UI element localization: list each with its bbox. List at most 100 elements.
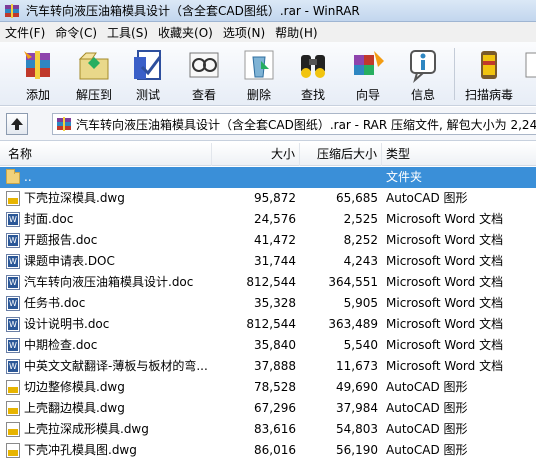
column-header: 名称 大小 压缩后大小 类型 <box>0 143 536 166</box>
add-button[interactable]: 添加 <box>10 45 66 103</box>
word-doc-icon <box>6 359 20 374</box>
file-packed-size: 65,685 <box>336 191 378 205</box>
file-name: 下壳拉深模具.dwg <box>24 191 125 205</box>
menu-help[interactable]: 帮助(H) <box>270 24 322 41</box>
file-size: 35,328 <box>254 296 296 310</box>
file-type: Microsoft Word 文档 <box>386 254 504 268</box>
column-name[interactable]: 名称 <box>0 143 212 166</box>
file-row[interactable]: 上壳拉深成形模具.dwg 83,616 54,803 AutoCAD 图形 <box>0 419 536 440</box>
winrar-app-icon <box>4 3 20 18</box>
menu-options[interactable]: 选项(N) <box>218 24 270 41</box>
file-type: Microsoft Word 文档 <box>386 275 504 289</box>
dwg-file-icon <box>6 422 20 437</box>
file-packed-size: 363,489 <box>328 317 378 331</box>
toolbar-overflow-item[interactable] <box>524 45 536 103</box>
dwg-file-icon <box>6 443 20 458</box>
file-packed-size: 4,243 <box>343 254 378 268</box>
file-name: 封面.doc <box>24 212 74 226</box>
file-name: 设计说明书.doc <box>24 317 110 331</box>
file-size: 67,296 <box>254 401 296 415</box>
file-list: .. 文件夹 下壳拉深模具.dwg 95,872 65,685 AutoCAD … <box>0 167 536 470</box>
file-row[interactable]: 封面.doc 24,576 2,525 Microsoft Word 文档 <box>0 209 536 230</box>
delete-button[interactable]: 删除 <box>232 45 286 103</box>
word-doc-icon <box>6 254 20 269</box>
dwg-file-icon <box>6 380 20 395</box>
wizard-label: 向导 <box>355 88 380 102</box>
wizard-icon <box>350 47 386 83</box>
info-button[interactable]: 信息 <box>396 45 450 103</box>
folder-icon <box>6 169 20 184</box>
file-size: 37,888 <box>254 359 296 373</box>
file-name: 中英文文献翻译-薄板与板材的弯... <box>24 359 208 373</box>
view-label: 查看 <box>191 88 216 102</box>
find-icon <box>295 47 331 83</box>
address-field[interactable]: 汽车转向液压油箱模具设计（含全套CAD图纸）.rar - RAR 压缩文件, 解… <box>52 113 536 135</box>
file-packed-size: 37,984 <box>336 401 378 415</box>
file-type: Microsoft Word 文档 <box>386 233 504 247</box>
column-type[interactable]: 类型 <box>382 143 536 166</box>
menu-file[interactable]: 文件(F) <box>0 24 50 41</box>
file-row[interactable]: 课题申请表.DOC 31,744 4,243 Microsoft Word 文档 <box>0 251 536 272</box>
find-button[interactable]: 查找 <box>286 45 340 103</box>
file-row[interactable]: 下壳拉深模具.dwg 95,872 65,685 AutoCAD 图形 <box>0 188 536 209</box>
comment-icon <box>524 47 536 83</box>
file-name: 开题报告.doc <box>24 233 98 247</box>
file-packed-size <box>300 167 378 188</box>
file-name: 上壳拉深成形模具.dwg <box>24 422 149 436</box>
word-doc-icon <box>6 296 20 311</box>
file-row[interactable]: 切边整修模具.dwg 78,528 49,690 AutoCAD 图形 <box>0 377 536 398</box>
find-label: 查找 <box>300 88 325 102</box>
file-size: 83,616 <box>254 422 296 436</box>
address-bar: 汽车转向液压油箱模具设计（含全套CAD图纸）.rar - RAR 压缩文件, 解… <box>0 107 536 141</box>
window-title: 汽车转向液压油箱模具设计（含全套CAD图纸）.rar - WinRAR <box>26 4 360 18</box>
file-packed-size: 364,551 <box>328 275 378 289</box>
file-type: Microsoft Word 文档 <box>386 317 504 331</box>
file-type: AutoCAD 图形 <box>386 422 468 436</box>
rar-archive-icon <box>56 117 72 131</box>
file-row[interactable]: 下壳冲孔模具图.dwg 86,016 56,190 AutoCAD 图形 <box>0 440 536 461</box>
file-size: 35,840 <box>254 338 296 352</box>
menu-commands[interactable]: 命令(C) <box>50 24 102 41</box>
file-size: 24,576 <box>254 212 296 226</box>
file-packed-size: 5,540 <box>343 338 378 352</box>
file-row[interactable]: 上壳翻边模具.dwg 67,296 37,984 AutoCAD 图形 <box>0 398 536 419</box>
file-packed-size: 56,190 <box>336 443 378 457</box>
virus-scan-button[interactable]: 扫描病毒 <box>458 45 520 103</box>
file-row[interactable]: 汽车转向液压油箱模具设计.doc 812,544 364,551 Microso… <box>0 272 536 293</box>
up-arrow-icon <box>11 118 23 130</box>
delete-label: 删除 <box>246 88 271 102</box>
file-type: Microsoft Word 文档 <box>386 212 504 226</box>
file-size: 812,544 <box>246 275 296 289</box>
file-name: 下壳冲孔模具图.dwg <box>24 443 137 457</box>
test-button[interactable]: 测试 <box>122 45 174 103</box>
archive-path: 汽车转向液压油箱模具设计（含全套CAD图纸）.rar - RAR 压缩文件, 解… <box>76 117 536 132</box>
file-name: 汽车转向液压油箱模具设计.doc <box>24 275 194 289</box>
virus-scan-icon <box>471 47 507 83</box>
file-row[interactable]: 设计说明书.doc 812,544 363,489 Microsoft Word… <box>0 314 536 335</box>
menu-favorites[interactable]: 收藏夹(O) <box>153 24 218 41</box>
up-folder-button[interactable] <box>6 113 28 135</box>
file-type: AutoCAD 图形 <box>386 401 468 415</box>
delete-icon <box>241 47 277 83</box>
file-row[interactable]: 任务书.doc 35,328 5,905 Microsoft Word 文档 <box>0 293 536 314</box>
toolbar-separator <box>454 48 455 100</box>
column-packed-size[interactable]: 压缩后大小 <box>300 143 382 166</box>
file-type: Microsoft Word 文档 <box>386 359 504 373</box>
title-bar: 汽车转向液压油箱模具设计（含全套CAD图纸）.rar - WinRAR <box>0 0 536 22</box>
file-row[interactable]: 开题报告.doc 41,472 8,252 Microsoft Word 文档 <box>0 230 536 251</box>
column-size[interactable]: 大小 <box>212 143 300 166</box>
file-type: Microsoft Word 文档 <box>386 338 504 352</box>
word-doc-icon <box>6 317 20 332</box>
test-icon <box>130 47 166 83</box>
wizard-button[interactable]: 向导 <box>340 45 396 103</box>
file-row[interactable]: 中英文文献翻译-薄板与板材的弯... 37,888 11,673 Microso… <box>0 356 536 377</box>
file-size <box>212 167 296 188</box>
view-button[interactable]: 查看 <box>176 45 232 103</box>
file-name: 任务书.doc <box>24 296 86 310</box>
file-type: AutoCAD 图形 <box>386 191 468 205</box>
extract-to-button[interactable]: 解压到 <box>66 45 122 103</box>
file-row[interactable]: 中期检查.doc 35,840 5,540 Microsoft Word 文档 <box>0 335 536 356</box>
file-row-parent-folder[interactable]: .. 文件夹 <box>0 167 536 188</box>
menu-tools[interactable]: 工具(S) <box>102 24 153 41</box>
virus-scan-label: 扫描病毒 <box>464 88 513 102</box>
